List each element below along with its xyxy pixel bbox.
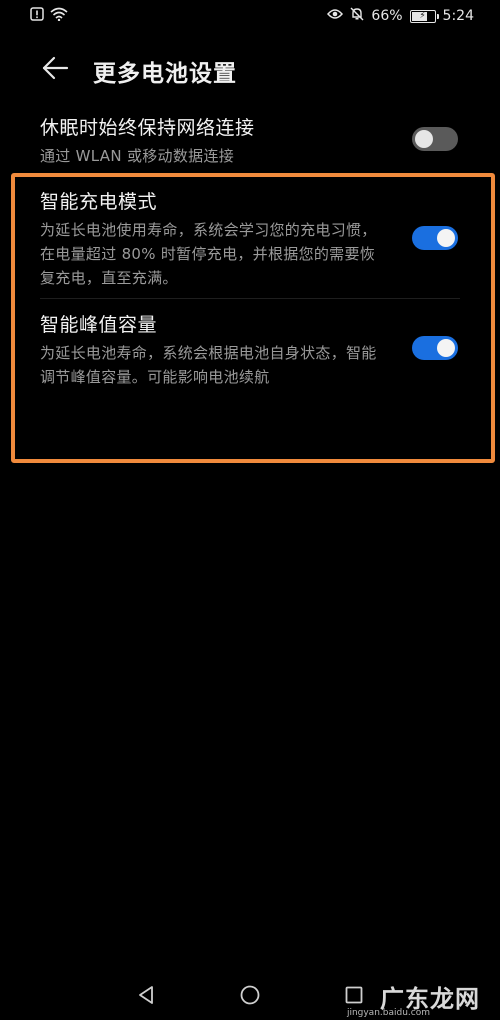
watermark-subtext: jingyan.baidu.com xyxy=(346,1008,430,1018)
wifi-icon xyxy=(50,7,68,25)
status-time: 5:24 xyxy=(442,8,474,24)
toggle-knob xyxy=(415,130,433,148)
smart-peak-capacity-toggle[interactable] xyxy=(412,336,458,360)
charging-bolt-icon: ⚡ xyxy=(419,10,426,21)
back-arrow-icon xyxy=(42,56,69,80)
back-button[interactable] xyxy=(38,52,72,84)
divider xyxy=(40,298,460,299)
page-title: 更多电池设置 xyxy=(93,61,237,87)
nav-home-button[interactable] xyxy=(237,982,263,1008)
setting-title: 智能充电模式 xyxy=(40,191,158,213)
recents-square-icon xyxy=(345,986,363,1004)
toggle-knob xyxy=(437,339,455,357)
setting-smart-peak-capacity[interactable]: 智能峰值容量 为延长电池寿命，系统会根据电池自身状态，智能调节峰值容量。可能影响… xyxy=(40,311,460,389)
status-bar-left xyxy=(30,7,68,25)
setting-smart-charging[interactable]: 智能充电模式 为延长电池使用寿命，系统会学习您的充电习惯，在电量超过 80% 时… xyxy=(40,188,460,290)
sleep-network-toggle[interactable] xyxy=(412,127,458,151)
back-triangle-icon xyxy=(139,986,153,1004)
setting-sleep-network[interactable]: 休眠时始终保持网络连接 通过 WLAN 或移动数据连接 xyxy=(40,114,460,168)
smart-charging-toggle[interactable] xyxy=(412,226,458,250)
home-circle-icon xyxy=(240,985,260,1005)
toggle-knob xyxy=(437,229,455,247)
eye-icon xyxy=(327,8,344,24)
header: 更多电池设置 xyxy=(0,44,500,92)
battery-icon: ⚡ xyxy=(409,9,439,23)
setting-description: 为延长电池寿命，系统会根据电池自身状态，智能调节峰值容量。可能影响电池续航 xyxy=(40,344,377,386)
mute-icon xyxy=(350,7,364,25)
alert-icon xyxy=(30,7,44,25)
setting-title: 智能峰值容量 xyxy=(40,314,158,336)
battery-percent: 66% xyxy=(371,8,403,24)
setting-description: 通过 WLAN 或移动数据连接 xyxy=(40,147,235,165)
status-bar: 66% ⚡ 5:24 xyxy=(0,0,500,32)
setting-title: 休眠时始终保持网络连接 xyxy=(40,117,255,139)
setting-description: 为延长电池使用寿命，系统会学习您的充电习惯，在电量超过 80% 时暂停充电，并根… xyxy=(40,221,377,287)
status-bar-right: 66% ⚡ 5:24 xyxy=(327,7,474,25)
nav-back-button[interactable] xyxy=(133,982,159,1008)
nav-recents-button[interactable] xyxy=(341,982,367,1008)
